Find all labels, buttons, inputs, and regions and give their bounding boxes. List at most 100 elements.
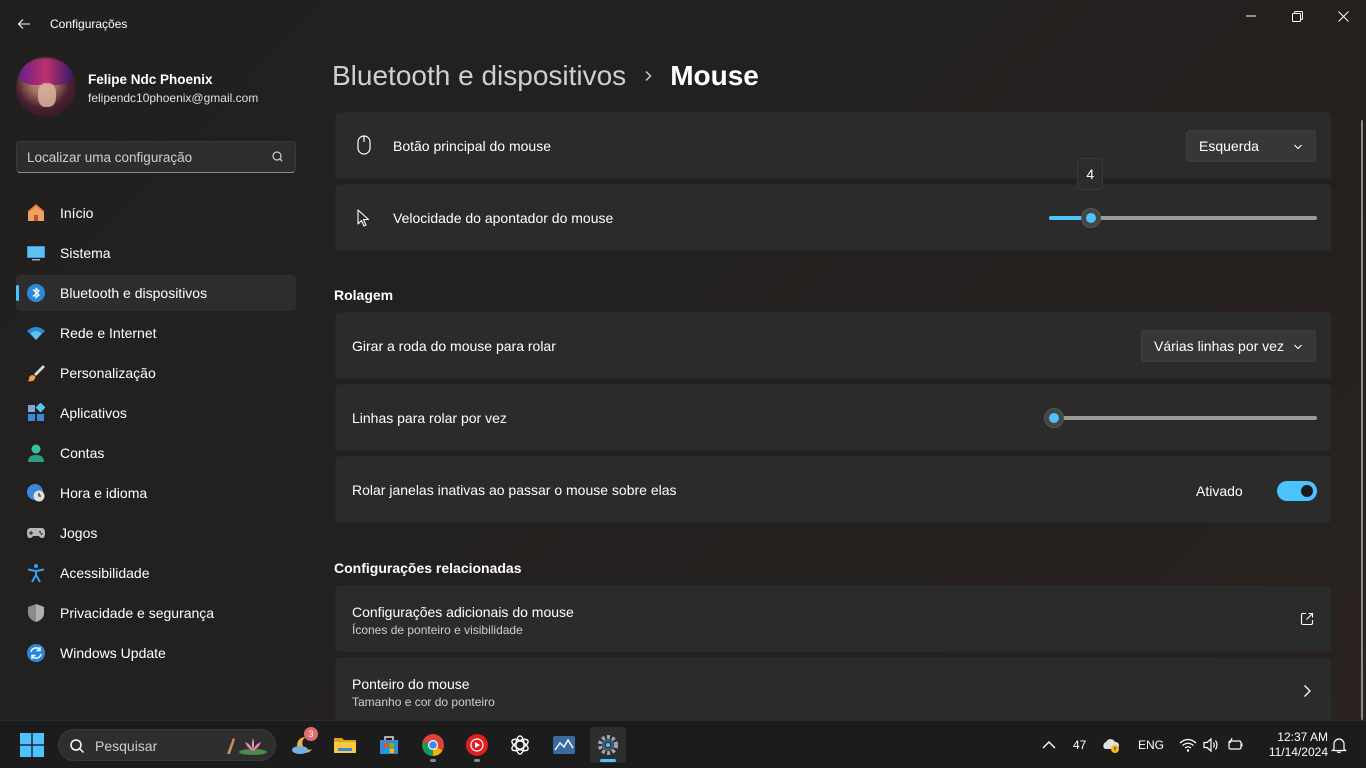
- primary-button-label: Botão principal do mouse: [393, 138, 551, 154]
- running-indicator: [474, 759, 480, 762]
- toggle-state-label: Ativado: [1196, 483, 1243, 499]
- running-indicator: [430, 759, 436, 762]
- additional-mouse-settings-link[interactable]: Configurações adicionais do mouse Ícones…: [335, 585, 1332, 652]
- chrome-app[interactable]: [415, 727, 451, 763]
- sidebar-item-label: Acessibilidade: [60, 565, 150, 581]
- sidebar-item-label: Bluetooth e dispositivos: [60, 285, 208, 301]
- sidebar-item-contas[interactable]: Contas: [16, 435, 296, 471]
- sidebar-item-rede[interactable]: Rede e Internet: [16, 315, 296, 351]
- chart-icon: [553, 736, 575, 754]
- folder-icon: [334, 738, 356, 753]
- microsoft-store-app[interactable]: [371, 727, 407, 763]
- taskbar-search[interactable]: Pesquisar: [58, 729, 276, 761]
- weather-app[interactable]: 3: [284, 727, 320, 763]
- apps-icon: [26, 403, 46, 423]
- brush-icon: [26, 363, 46, 383]
- sidebar-item-label: Contas: [60, 445, 105, 461]
- gear-icon: [598, 735, 618, 755]
- battery-icon[interactable]: [1226, 736, 1244, 754]
- monitor-icon: [26, 243, 46, 263]
- chevron-right-icon: [645, 71, 652, 81]
- scrollbar[interactable]: [1361, 120, 1363, 720]
- wheel-scroll-label: Girar a roda do mouse para rolar: [352, 338, 556, 354]
- primary-button-dropdown[interactable]: Esquerda: [1186, 130, 1316, 162]
- pointer-speed-thumb[interactable]: [1081, 208, 1102, 228]
- home-icon: [26, 203, 46, 223]
- restore-icon: [1291, 10, 1303, 22]
- pointer-speed-card: Velocidade do apontador do mouse: [335, 184, 1332, 251]
- chatgpt-app[interactable]: [502, 727, 538, 763]
- scroll-lines-thumb[interactable]: [1044, 408, 1065, 428]
- input-language[interactable]: ENG: [1138, 738, 1164, 752]
- wifi-icon[interactable]: [1179, 736, 1197, 754]
- chevron-down-icon: [1294, 344, 1302, 350]
- sidebar-item-label: Sistema: [60, 245, 111, 261]
- app-title: Configurações: [50, 17, 128, 31]
- taskbar: Pesquisar 3 47 ENG 12:37 AM 11/14/2024: [0, 720, 1366, 768]
- related-item-sub: Tamanho e cor do ponteiro: [352, 695, 495, 709]
- minimize-button[interactable]: [1228, 0, 1274, 32]
- tray-number[interactable]: 47: [1073, 738, 1086, 752]
- sidebar-item-jogos[interactable]: Jogos: [16, 515, 296, 551]
- chatgpt-icon: [511, 735, 529, 755]
- sidebar-item-aplicativos[interactable]: Aplicativos: [16, 395, 296, 431]
- settings-app[interactable]: [590, 727, 626, 763]
- sidebar-item-label: Aplicativos: [60, 405, 127, 421]
- update-icon: [26, 643, 46, 663]
- windows-start-icon[interactable]: [20, 733, 44, 757]
- scroll-lines-card: Linhas para rolar por vez: [335, 384, 1332, 451]
- notification-bell-icon[interactable]: [1330, 736, 1348, 754]
- avatar[interactable]: [16, 57, 76, 117]
- sidebar-item-personalizacao[interactable]: Personalização: [16, 355, 296, 391]
- user-name: Felipe Ndc Phoenix: [88, 72, 213, 87]
- chevron-right-icon: [1304, 685, 1311, 697]
- youtube-music-app[interactable]: [459, 727, 495, 763]
- notification-badge: 3: [304, 727, 318, 741]
- sidebar-item-bluetooth[interactable]: Bluetooth e dispositivos: [16, 275, 296, 311]
- external-link-icon: [1300, 612, 1314, 626]
- sidebar-item-label: Windows Update: [60, 645, 166, 661]
- wheel-scroll-dropdown[interactable]: Várias linhas por vez: [1141, 330, 1316, 362]
- store-icon: [380, 736, 398, 754]
- person-icon: [26, 443, 46, 463]
- scroll-lines-slider[interactable]: [1049, 416, 1317, 420]
- system-clock[interactable]: 12:37 AM 11/14/2024: [1258, 730, 1328, 760]
- breadcrumb-parent[interactable]: Bluetooth e dispositivos: [332, 60, 626, 92]
- related-item-sub: Ícones de ponteiro e visibilidade: [352, 623, 523, 637]
- restore-button[interactable]: [1274, 0, 1320, 32]
- sidebar-item-privacidade[interactable]: Privacidade e segurança: [16, 595, 296, 631]
- sidebar-item-label: Início: [60, 205, 94, 221]
- sidebar-item-acessibilidade[interactable]: Acessibilidade: [16, 555, 296, 591]
- inactive-scroll-toggle[interactable]: [1277, 481, 1317, 501]
- page-title: Mouse: [670, 60, 759, 91]
- shield-icon: [26, 603, 46, 623]
- bluetooth-icon: [26, 283, 46, 303]
- minimize-icon: [1246, 15, 1256, 17]
- running-indicator: [600, 759, 616, 762]
- search-icon[interactable]: [271, 150, 285, 164]
- sidebar-item-label: Personalização: [60, 365, 156, 381]
- stock-app[interactable]: [546, 727, 582, 763]
- close-icon: [1337, 10, 1349, 22]
- sidebar-item-windows-update[interactable]: Windows Update: [16, 635, 296, 671]
- dropdown-value: Várias linhas por vez: [1154, 338, 1284, 354]
- taskbar-search-label: Pesquisar: [95, 738, 158, 754]
- file-explorer-app[interactable]: [327, 727, 363, 763]
- settings-window: Configurações Felipe Ndc Phoenix felipen…: [0, 0, 1366, 724]
- related-item-label: Ponteiro do mouse: [352, 676, 470, 692]
- onedrive-warning-icon[interactable]: [1102, 736, 1120, 754]
- sidebar-item-inicio[interactable]: Início: [16, 195, 296, 231]
- dropdown-value: Esquerda: [1199, 138, 1259, 154]
- slider-value-tooltip: 4: [1077, 158, 1104, 190]
- search-input[interactable]: [27, 148, 267, 166]
- sidebar-item-sistema[interactable]: Sistema: [16, 235, 296, 271]
- mouse-pointer-link[interactable]: Ponteiro do mouse Tamanho e cor do ponte…: [335, 657, 1332, 724]
- chevron-up-icon[interactable]: [1040, 736, 1058, 754]
- sidebar-item-hora[interactable]: Hora e idioma: [16, 475, 296, 511]
- lotus-flower-icon: [227, 738, 267, 755]
- volume-icon[interactable]: [1202, 736, 1220, 754]
- sidebar-item-label: Privacidade e segurança: [60, 605, 215, 621]
- close-button[interactable]: [1320, 0, 1366, 32]
- inactive-scroll-label: Rolar janelas inativas ao passar o mouse…: [352, 482, 677, 498]
- back-button[interactable]: [12, 12, 36, 36]
